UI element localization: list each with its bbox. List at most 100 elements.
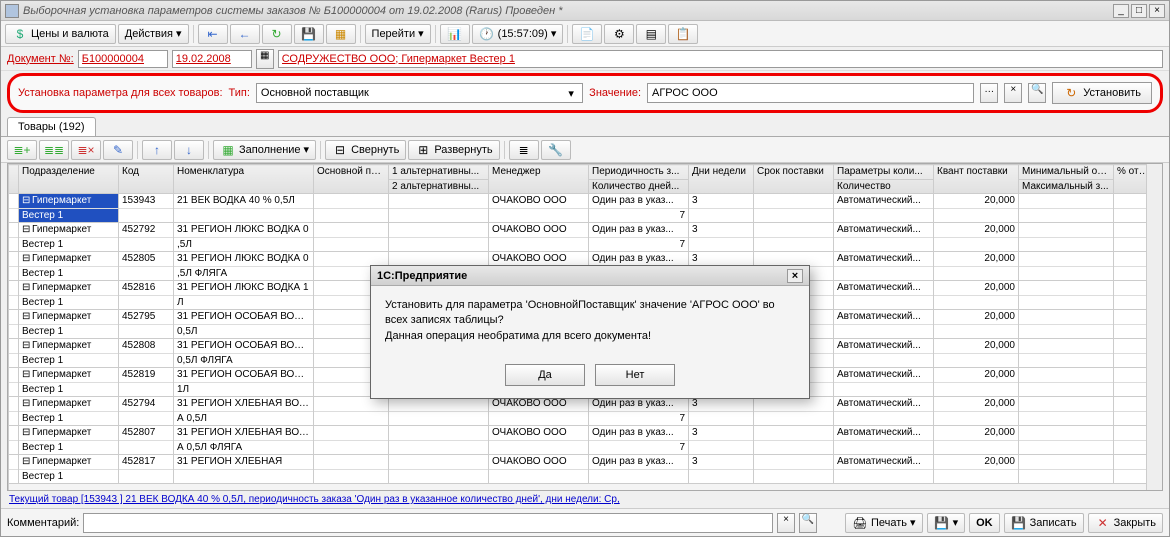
print-button[interactable]: 🖨Печать ▾ (845, 513, 923, 533)
comment-clear-button[interactable]: × (777, 513, 795, 533)
col-manager[interactable]: Менеджер (489, 165, 589, 194)
doc-number-input[interactable] (78, 50, 168, 68)
doc-icon: 📋 (675, 26, 691, 42)
up-icon: ↑ (149, 142, 165, 158)
tool-c-button[interactable]: ⚙ (604, 24, 634, 44)
expand-button[interactable]: ⊞Развернуть (408, 140, 499, 160)
comment-input[interactable] (83, 513, 773, 533)
tab-goods[interactable]: Товары (192) (7, 117, 96, 136)
tool-d-button[interactable]: ▤ (636, 24, 666, 44)
col-nomen[interactable]: Номенклатура (174, 165, 314, 194)
printer-icon: 🖨 (852, 515, 868, 531)
col-alt[interactable]: 1 альтернативны...2 альтернативны... (389, 165, 489, 194)
tool-e-button[interactable]: 📋 (668, 24, 698, 44)
fill-icon: ▦ (220, 142, 236, 158)
table-row[interactable]: ⊟ГипермаркетВестер 145279431 РЕГИОН ХЛЕБ… (9, 397, 1147, 426)
fill-button[interactable]: ▦Заполнение ▾ (213, 140, 316, 160)
calendar-button[interactable]: ▦ (256, 49, 274, 69)
col-code[interactable]: Код (119, 165, 174, 194)
table-icon: ▤ (643, 26, 659, 42)
col-period[interactable]: Периодичность з...Количество дней... (589, 165, 689, 194)
status-link[interactable]: Текущий товар [153943 ] 21 ВЕК ВОДКА 40 … (1, 491, 1169, 508)
col-qty-params[interactable]: Параметры коли...Количество (834, 165, 934, 194)
chevron-down-icon[interactable]: ▾ (564, 87, 578, 100)
go-button[interactable]: Перейти ▾ (365, 24, 431, 44)
table-row[interactable]: ⊟ГипермаркетВестер 115394321 ВЕК ВОДКА 4… (9, 194, 1147, 223)
grid-ext1-button[interactable]: ≣ (509, 140, 539, 160)
refresh-button[interactable]: ↻ (262, 24, 292, 44)
dialog-title: 1С:Предприятие (377, 270, 467, 282)
delete-row-icon: ≣× (78, 142, 94, 158)
col-division[interactable]: Подразделение (19, 165, 119, 194)
grid-copy-button[interactable]: ≣≣ (39, 140, 69, 160)
arrow-left-icon: ← (237, 26, 253, 42)
doc-label: Документ №: (7, 53, 74, 65)
grid-ext2-button[interactable]: 🔧 (541, 140, 571, 160)
dialog-line2: Данная операция необратима для всего док… (385, 329, 795, 344)
save-menu-button[interactable]: 💾▾ (927, 513, 966, 533)
nav-first-button[interactable]: ⇤ (198, 24, 228, 44)
time-button[interactable]: 🕐(15:57:09) ▾ (472, 24, 564, 44)
grid-add-button[interactable]: ≣+ (7, 140, 37, 160)
apply-icon: ↻ (1063, 85, 1079, 101)
col-marker[interactable] (9, 165, 19, 194)
col-waste[interactable]: % отходов (1114, 165, 1147, 194)
disk-icon: 💾 (1011, 515, 1027, 531)
clock-icon: 🕐 (479, 26, 495, 42)
dialog-line1: Установить для параметра 'ОсновнойПостав… (385, 298, 795, 329)
col-balance[interactable]: Минимальный ос...Максимальный з... (1019, 165, 1114, 194)
param-caption: Установка параметра для всех товаров: (18, 87, 223, 99)
window-title: Выборочная установка параметров системы … (23, 5, 1113, 17)
type-combo[interactable]: Основной поставщик ▾ (256, 83, 583, 103)
comment-lookup-button[interactable]: 🔍 (799, 513, 817, 533)
value-combo[interactable]: АГРОС ООО (647, 83, 974, 103)
value-lookup-button[interactable]: 🔍 (1028, 83, 1046, 103)
confirm-dialog: 1С:Предприятие × Установить для параметр… (370, 265, 810, 399)
gear-icon: ⚙ (611, 26, 627, 42)
maximize-button[interactable]: □ (1131, 4, 1147, 18)
grid-down-button[interactable]: ↓ (174, 140, 204, 160)
grid-delete-button[interactable]: ≣× (71, 140, 101, 160)
record-button[interactable]: 💾 (294, 24, 324, 44)
vertical-scrollbar[interactable] (1146, 164, 1162, 490)
col-main-sup[interactable]: Основной поставщик (314, 165, 389, 194)
write-button[interactable]: 💾Записать (1004, 513, 1084, 533)
grid-edit-button[interactable]: ✎ (103, 140, 133, 160)
tool-b-button[interactable]: 📄 (572, 24, 602, 44)
expand-icon: ⊞ (415, 142, 431, 158)
edit-icon: ✎ (110, 142, 126, 158)
minimize-button[interactable]: _ (1113, 4, 1129, 18)
nav-prev-button[interactable]: ← (230, 24, 260, 44)
doc-date-input[interactable] (172, 50, 252, 68)
disk-icon: 💾 (934, 515, 950, 531)
comment-label: Комментарий: (7, 517, 79, 529)
actions-button[interactable]: Действия ▾ (118, 24, 189, 44)
org-input[interactable] (278, 50, 1163, 68)
post-button[interactable]: ▦ (326, 24, 356, 44)
dialog-close-button[interactable]: × (787, 269, 803, 283)
tool-a-button[interactable]: 📊 (440, 24, 470, 44)
value-ellipsis-button[interactable]: … (980, 83, 998, 103)
dialog-no-button[interactable]: Нет (595, 364, 675, 386)
col-quant[interactable]: Квант поставки (934, 165, 1019, 194)
table-row[interactable]: ⊟ГипермаркетВестер 145281731 РЕГИОН ХЛЕБ… (9, 455, 1147, 484)
table-row[interactable]: ⊟ГипермаркетВестер 145280731 РЕГИОН ХЛЕБ… (9, 426, 1147, 455)
value-clear-button[interactable]: × (1004, 83, 1022, 103)
close-button[interactable]: ✕Закрыть (1088, 513, 1163, 533)
collapse-button[interactable]: ⊟Свернуть (325, 140, 406, 160)
down-icon: ↓ (181, 142, 197, 158)
col-weekdays[interactable]: Дни недели (689, 165, 754, 194)
ok-button[interactable]: OK (969, 513, 1000, 533)
close-icon: ✕ (1095, 515, 1111, 531)
value-label: Значение: (589, 87, 641, 99)
table-row[interactable]: ⊟ГипермаркетВестер 145279231 РЕГИОН ЛЮКС… (9, 223, 1147, 252)
install-button[interactable]: ↻Установить (1052, 82, 1152, 104)
prices-button[interactable]: $Цены и валюта (5, 24, 116, 44)
collapse-icon: ⊟ (332, 142, 348, 158)
close-window-button[interactable]: × (1149, 4, 1165, 18)
dialog-yes-button[interactable]: Да (505, 364, 585, 386)
grid-up-button[interactable]: ↑ (142, 140, 172, 160)
add-row-icon: ≣+ (14, 142, 30, 158)
col-deliv[interactable]: Срок поставки (754, 165, 834, 194)
value-combo-text: АГРОС ООО (652, 87, 718, 99)
